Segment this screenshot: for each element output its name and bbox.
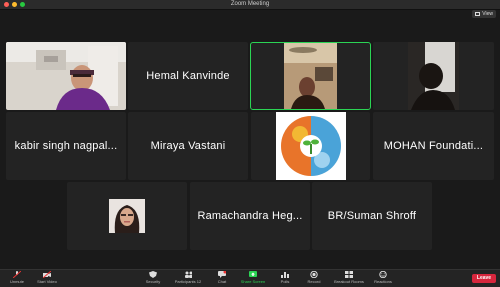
people-icon — [184, 271, 192, 278]
breakout-rooms-label: Breakout Rooms — [334, 279, 364, 284]
participant-name: Hemal Kanvinde — [146, 70, 230, 82]
participant-tile-hemal[interactable]: Hemal Kanvinde — [128, 42, 248, 110]
chat-bubble-icon — [218, 271, 226, 278]
participant-tile-suman[interactable]: BR/Suman Shroff — [312, 182, 432, 250]
participant-tile-ramachandra[interactable]: Ramachandra Heg... — [190, 182, 310, 250]
foundation-logo-icon — [275, 112, 346, 180]
polls-button[interactable]: Polls — [270, 271, 300, 286]
participants-count: 12 — [196, 279, 202, 284]
bar-chart-icon — [281, 271, 289, 278]
record-button[interactable]: Record — [299, 271, 329, 286]
unmute-label: Unmute — [9, 279, 24, 284]
security-button[interactable]: Security — [138, 271, 168, 286]
participant-video — [251, 43, 370, 109]
reactions-label: Reactions — [374, 279, 392, 284]
participant-name: Ramachandra Heg... — [197, 210, 303, 222]
participant-name: Miraya Vastani — [150, 140, 226, 152]
record-icon — [310, 271, 318, 278]
video-off-icon — [43, 271, 51, 278]
window-title: Zoom Meeting — [230, 1, 270, 7]
participant-name: kabir singh nagpal... — [14, 140, 118, 152]
unmute-button[interactable]: Unmute — [2, 271, 32, 286]
microphone-muted-icon — [13, 271, 21, 278]
profile-photo — [109, 199, 145, 233]
record-label: Record — [307, 279, 321, 284]
grid-view-icon — [475, 12, 481, 16]
share-screen-button[interactable]: Share Screen — [238, 271, 268, 286]
participants-button[interactable]: Participants 12 — [173, 271, 203, 286]
participants-text: Participants — [174, 279, 196, 284]
participant-tile-kabir[interactable]: kabir singh nagpal... — [6, 112, 126, 180]
participant-tile-logo[interactable] — [251, 112, 370, 180]
video-tile-active-speaker[interactable] — [250, 42, 371, 110]
chat-label: Chat — [217, 279, 227, 284]
share-screen-label: Share Screen — [240, 279, 266, 284]
chat-button[interactable]: Chat — [207, 271, 237, 286]
participant-tile-mohan[interactable]: MOHAN Foundati... — [373, 112, 494, 180]
polls-label: Polls — [280, 279, 290, 284]
participants-label: Participants 12 — [175, 279, 201, 284]
share-screen-icon — [249, 271, 257, 278]
shield-icon — [149, 271, 157, 278]
video-tile-dark-room[interactable] — [373, 42, 494, 110]
meeting-toolbar: Unmute Start Video Security Participants… — [0, 269, 500, 287]
breakout-rooms-icon — [345, 271, 353, 278]
leave-button[interactable]: Leave — [472, 274, 496, 283]
view-button[interactable]: View — [472, 10, 496, 18]
start-video-button[interactable]: Start Video — [32, 271, 62, 286]
participant-name: MOHAN Foundati... — [383, 140, 484, 152]
start-video-label: Start Video — [37, 279, 57, 284]
view-label: View — [482, 11, 493, 17]
participant-video — [373, 42, 494, 110]
breakout-rooms-button[interactable]: Breakout Rooms — [333, 271, 365, 286]
reactions-button[interactable]: Reactions — [368, 271, 398, 286]
video-tile-woman-purple[interactable] — [6, 42, 126, 110]
participant-name: BR/Suman Shroff — [327, 210, 417, 222]
security-label: Security — [145, 279, 161, 284]
smiley-icon — [379, 271, 387, 278]
participant-tile-photo[interactable] — [67, 182, 187, 250]
participant-tile-miraya[interactable]: Miraya Vastani — [128, 112, 248, 180]
participant-video — [6, 42, 126, 110]
title-bar: Zoom Meeting — [0, 0, 500, 10]
